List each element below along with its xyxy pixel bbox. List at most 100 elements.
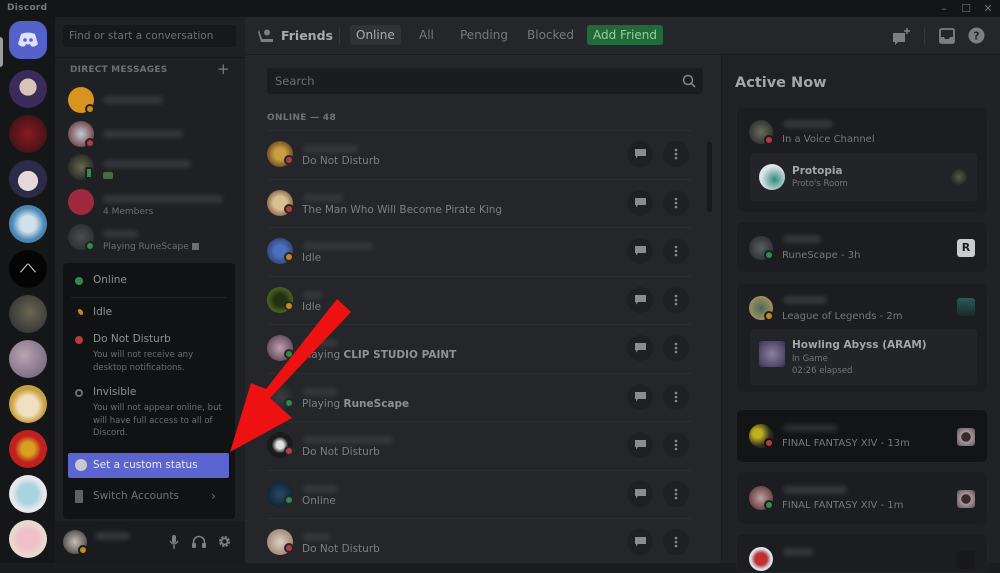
activity-card[interactable]: League of Legends - 2m Howling Abyss (AR…	[736, 283, 988, 393]
server-icon[interactable]: ⟋⟍	[9, 250, 47, 288]
runescape-game-icon: R	[957, 239, 975, 257]
friend-row[interactable]: Playing RuneScape	[267, 372, 692, 421]
game-mode: Howling Abyss (ARAM)	[792, 339, 927, 351]
activity-text: FINAL FANTASY XIV - 13m	[782, 438, 910, 449]
more-options-button[interactable]	[663, 432, 689, 458]
server-icon[interactable]	[9, 160, 47, 198]
friend-row[interactable]: Playing CLIP STUDIO PAINT	[267, 324, 692, 372]
create-dm-icon[interactable]: +	[217, 60, 230, 78]
server-icon[interactable]	[9, 340, 47, 378]
server-icon[interactable]	[9, 70, 47, 108]
friend-row[interactable]: Do Not Disturb	[267, 518, 692, 566]
friend-row[interactable]: The Man Who Will Become Pirate King	[267, 178, 692, 227]
dnd-status-icon	[284, 203, 294, 214]
message-button[interactable]	[627, 335, 653, 361]
message-icon	[634, 246, 646, 256]
friend-row[interactable]: Idle	[267, 275, 692, 324]
friends-search-input[interactable]: Search	[267, 68, 703, 94]
activity-card[interactable]	[736, 533, 988, 573]
status-dnd-option[interactable]: Do Not Disturb You will not receive any …	[63, 333, 235, 377]
dm-list-item[interactable]: 4 Members	[68, 189, 238, 219]
message-button[interactable]	[627, 529, 653, 555]
message-icon	[634, 391, 646, 401]
dm-list-item[interactable]	[68, 119, 238, 149]
message-button[interactable]	[627, 238, 653, 264]
close-button[interactable]: ✕	[977, 1, 999, 16]
status-invisible-option[interactable]: Invisible You will not appear online, bu…	[63, 386, 235, 442]
status-menu: Online Idle Do Not Disturb You will not …	[63, 263, 235, 519]
message-button[interactable]	[627, 432, 653, 458]
minimize-button[interactable]: –	[933, 1, 955, 16]
server-icon[interactable]	[9, 520, 47, 558]
username	[303, 145, 358, 153]
server-icon[interactable]	[9, 385, 47, 423]
status-text: Do Not Disturb	[302, 543, 380, 555]
status-idle-option[interactable]: Idle	[63, 305, 235, 325]
more-options-button[interactable]	[663, 529, 689, 555]
custom-status-label: Set a custom status	[93, 459, 198, 471]
divider	[71, 297, 226, 298]
dm-list-item[interactable]: Playing RuneScape	[68, 224, 238, 254]
help-icon[interactable]: ?	[968, 27, 985, 44]
invisible-status-icon	[75, 389, 83, 397]
more-options-button[interactable]	[663, 335, 689, 361]
maximize-button[interactable]: ☐	[955, 1, 977, 16]
tab-pending[interactable]: Pending	[454, 25, 514, 45]
server-icon[interactable]	[9, 205, 47, 243]
server-icon[interactable]	[9, 115, 47, 153]
status-online-option[interactable]: Online	[63, 273, 235, 293]
microphone-icon[interactable]	[169, 535, 179, 549]
user-panel	[55, 521, 245, 563]
more-options-button[interactable]	[663, 286, 689, 313]
server-name: Protopia	[792, 165, 843, 177]
online-status-icon	[284, 494, 294, 505]
more-options-button[interactable]	[663, 480, 689, 507]
message-icon	[634, 197, 646, 207]
more-options-button[interactable]	[663, 141, 689, 167]
online-status-icon	[75, 277, 83, 285]
server-icon[interactable]	[9, 475, 47, 513]
message-button[interactable]	[627, 189, 653, 216]
activity-card[interactable]: RuneScape - 3h R	[736, 221, 988, 273]
more-options-button[interactable]	[663, 238, 689, 264]
switch-accounts-button[interactable]: Switch Accounts ›	[63, 488, 235, 508]
friend-row[interactable]: Online	[267, 469, 692, 518]
activity-card[interactable]: FINAL FANTASY XIV - 1m	[736, 471, 988, 525]
online-status-icon	[284, 397, 294, 408]
set-custom-status-button[interactable]: Set a custom status	[68, 453, 229, 478]
message-button[interactable]	[627, 383, 653, 410]
dm-list-item[interactable]	[68, 85, 238, 115]
scrollbar[interactable]	[707, 142, 712, 212]
friend-row[interactable]: Idle	[267, 227, 692, 275]
idle-status-icon	[764, 311, 774, 321]
message-button[interactable]	[627, 141, 653, 167]
username	[783, 424, 838, 432]
game-details-box[interactable]: Howling Abyss (ARAM) In Game 02:26 elaps…	[750, 329, 977, 385]
activity-card[interactable]: FINAL FANTASY XIV - 13m	[736, 409, 988, 463]
tab-all[interactable]: All	[413, 25, 440, 45]
participant-avatar	[951, 169, 967, 185]
friend-row[interactable]: Do Not Disturb	[267, 130, 692, 178]
more-options-button[interactable]	[663, 383, 689, 410]
inbox-icon[interactable]	[939, 28, 955, 44]
server-icon[interactable]	[9, 430, 47, 468]
settings-gear-icon[interactable]	[218, 535, 231, 548]
new-group-dm-icon[interactable]	[892, 27, 912, 45]
activity-card[interactable]: In a Voice Channel Protopia Proto's Room	[736, 107, 988, 213]
add-friend-button[interactable]: Add Friend	[587, 25, 663, 45]
tab-online[interactable]: Online	[350, 25, 401, 45]
friend-row[interactable]: Do Not Disturb	[267, 421, 692, 469]
more-options-button[interactable]	[663, 189, 689, 216]
divider	[55, 57, 245, 58]
username	[303, 290, 323, 299]
username	[303, 533, 331, 541]
find-conversation-input[interactable]: Find or start a conversation	[63, 25, 236, 47]
message-button[interactable]	[627, 286, 653, 313]
voice-channel-box[interactable]: Protopia Proto's Room	[750, 153, 977, 201]
dm-list-item[interactable]	[68, 154, 238, 184]
message-button[interactable]	[627, 480, 653, 507]
headphones-icon[interactable]	[192, 535, 206, 548]
server-icon[interactable]	[9, 295, 47, 333]
home-button[interactable]	[9, 21, 47, 59]
tab-blocked[interactable]: Blocked	[521, 25, 580, 45]
